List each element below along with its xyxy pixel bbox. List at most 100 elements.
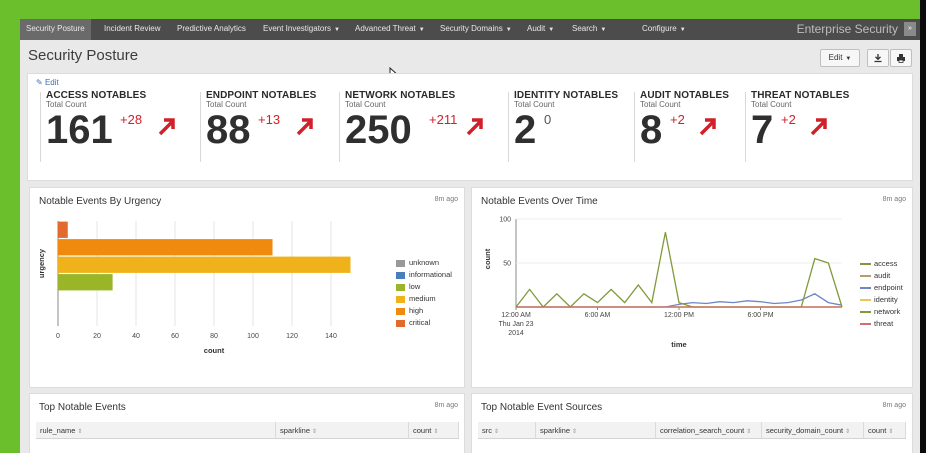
nav-search[interactable]: Search ▼ [572,19,606,40]
kpi-panel: ✎ Edit ACCESS NOTABLES Total Count 161 +… [27,73,913,181]
nav-security-posture[interactable]: Security Posture [20,19,91,40]
caret-down-icon: ▼ [679,27,686,33]
column-header-correlation-search-count[interactable]: correlation_search_count ⇕ [656,422,762,439]
caret-down-icon: ▼ [505,27,512,33]
column-label: src [482,426,492,435]
over-time-panel: Notable Events Over Time 8m ago 100 50 12:… [471,187,913,388]
legend-swatch [860,287,871,290]
legend-item-medium: medium [396,294,436,303]
kpi-divider [200,92,201,162]
column-header-security-domain-count[interactable]: security_domain_count ⇕ [762,422,864,439]
nav-security-domains[interactable]: Security Domains ▼ [440,19,512,40]
caret-down-icon: ▼ [334,27,340,33]
x-tick-label: 20 [93,333,101,340]
column-label: correlation_search_count [660,426,745,435]
column-header-count[interactable]: count ⇕ [864,422,906,439]
pencil-icon: ✎ [36,78,43,87]
x-tick-label: 120 [286,333,298,340]
kpi-value: 2 [514,108,537,152]
legend-label: critical [409,318,431,327]
column-label: rule_name [40,426,76,435]
panel-title: Notable Events Over Time [481,196,598,207]
app-menu-icon[interactable]: » [904,22,916,36]
kpi-delta: +2 [670,112,685,127]
nav-label: Event Investigators [263,24,332,33]
x-tick-label: 80 [210,333,218,340]
app-brand: Enterprise Security [796,22,898,36]
trend-up-icon [296,118,313,136]
frame-edge [920,0,926,453]
legend-item-unknown: unknown [396,258,439,267]
nav-label: Security Posture [26,24,85,33]
legend-label: endpoint [874,283,903,292]
nav-label: Configure [642,24,677,33]
panel-title: Notable Events By Urgency [39,196,162,207]
export-button[interactable] [867,49,889,67]
kpi-divider [745,92,746,162]
legend-item-low: low [396,282,420,291]
top-nav: Security Posture Incident Review Predict… [20,19,920,40]
x-tick-label: 40 [132,333,140,340]
x-tick-label: 6:00 AM [585,312,611,319]
kpi-value: 88 [206,108,251,152]
panel-title: Top Notable Event Sources [481,402,603,413]
legend-label: informational [409,270,452,279]
legend-label: audit [874,271,891,280]
nav-incident-review[interactable]: Incident Review [104,19,160,40]
sort-icon: ⇕ [494,429,500,435]
nav-label: Incident Review [104,24,161,33]
x-tick-label: 12:00 PM [664,312,694,319]
column-header-sparkline[interactable]: sparkline ⇕ [276,422,409,439]
legend-label: low [409,282,421,291]
y-tick-label: 100 [499,217,511,224]
column-label: sparkline [540,426,571,435]
edit-dashboard-button[interactable]: Edit ▼ [820,49,860,67]
legend-label: access [874,259,898,268]
top-notable-events-panel: Top Notable Events 8m ago rule_name ⇕ spa… [29,393,465,453]
nav-predictive-analytics[interactable]: Predictive Analytics [177,19,246,40]
kpi-threat: THREAT NOTABLES Total Count 7 +2 [751,90,849,150]
column-header-count[interactable]: count ⇕ [409,422,459,439]
kpi-delta: +211 [429,112,458,127]
nav-label: Search [572,24,598,33]
legend-swatch [860,323,871,326]
nav-label: Audit [527,24,546,33]
legend-label: high [409,306,424,315]
series-line-network [515,232,843,308]
nav-audit[interactable]: Audit ▼ [527,19,554,40]
legend-item-high: high [396,306,423,315]
legend-label: network [874,307,901,316]
column-header-rule-name[interactable]: rule_name ⇕ [36,422,276,439]
sort-icon: ⇕ [746,429,752,435]
page-title: Security Posture [28,47,139,64]
sort-icon: ⇕ [77,429,83,435]
kpi-value: 250 [345,108,412,152]
kpi-delta: +28 [120,112,143,127]
x-tick-label: 100 [247,333,259,340]
column-label: sparkline [280,426,311,435]
nav-label: Predictive Analytics [177,24,246,33]
kpi-identity: IDENTITY NOTABLES Total Count 2 0 [514,90,618,150]
caret-down-icon: ▼ [418,27,425,33]
column-header-src[interactable]: src ⇕ [478,422,536,439]
kpi-access: ACCESS NOTABLES Total Count 161 +28 [46,90,175,150]
trend-up-icon [699,118,716,136]
nav-event-investigators[interactable]: Event Investigators ▼ [263,19,340,40]
nav-configure[interactable]: Configure ▼ [642,19,686,40]
bar-medium [58,256,351,273]
nav-advanced-threat[interactable]: Advanced Threat ▼ [355,19,425,40]
legend-item-informational: informational [396,270,452,279]
bar-critical [58,221,68,238]
kpi-delta: 0 [544,112,552,127]
edit-link-label: Edit [44,78,59,87]
kpi-value: 161 [46,108,113,152]
legend-swatch [860,311,871,314]
legend-label: identity [874,295,898,304]
kpi-divider [634,92,635,162]
kpi-value: 7 [751,108,774,152]
column-header-sparkline[interactable]: sparkline ⇕ [536,422,656,439]
x-tick-label: 0 [56,333,60,340]
print-button[interactable] [890,49,912,67]
x-axis-title: count [204,346,225,355]
edit-panel-link[interactable]: ✎ Edit [36,78,59,87]
